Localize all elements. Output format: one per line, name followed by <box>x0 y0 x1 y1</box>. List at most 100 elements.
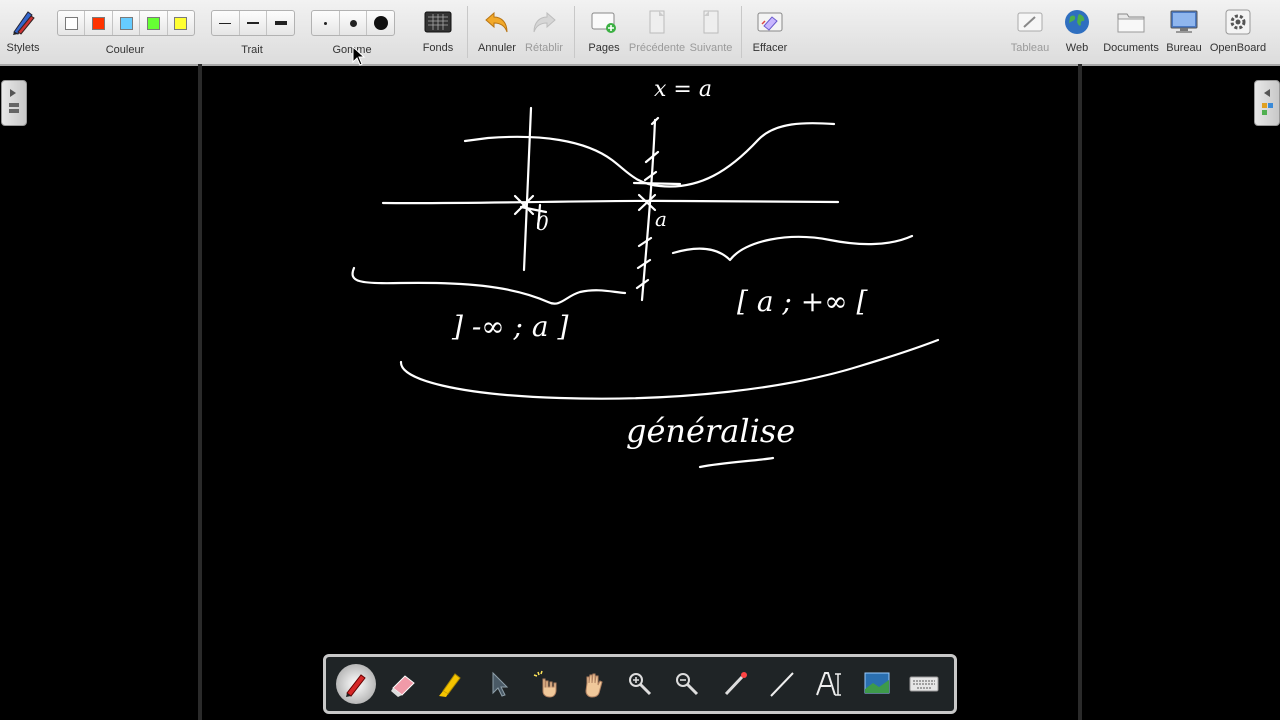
color-picker-group <box>57 10 195 36</box>
clear-board-icon <box>755 7 785 37</box>
background-button[interactable]: Fonds <box>414 0 462 64</box>
previous-page-label: Précédente <box>628 42 686 54</box>
y-axis-stroke <box>522 106 533 272</box>
play-tool-button[interactable] <box>525 664 565 704</box>
line-medium-button[interactable] <box>240 11 268 35</box>
separator <box>741 6 742 58</box>
pan-hand-icon <box>585 673 603 698</box>
openboard-label: OpenBoard <box>1209 42 1267 54</box>
laser-pointer-icon <box>724 672 747 696</box>
word-underline <box>698 456 775 469</box>
pens-button[interactable]: Stylets <box>2 0 44 64</box>
globe-icon <box>1062 7 1092 37</box>
zoom-out-icon <box>676 673 699 696</box>
zoom-out-button[interactable] <box>667 664 707 704</box>
line-label: Trait <box>241 44 263 56</box>
left-curve <box>351 266 627 305</box>
marker-tool-button[interactable] <box>430 664 470 704</box>
desktop-label: Bureau <box>1166 42 1202 54</box>
background-grid-icon <box>423 7 453 37</box>
origin-label: 0 <box>536 211 549 235</box>
vline-label: x = a <box>654 77 712 102</box>
swatch <box>64 16 78 30</box>
mouse-cursor-icon <box>352 46 366 66</box>
line-width-group <box>211 10 295 36</box>
next-page-button[interactable]: Suivante <box>688 0 734 64</box>
undo-icon <box>482 7 512 37</box>
x-axis-stroke <box>381 199 840 205</box>
zoom-in-button[interactable] <box>620 664 660 704</box>
color-swatch-red[interactable] <box>85 11 113 35</box>
pages-button[interactable]: Pages <box>583 0 625 64</box>
add-page-icon <box>589 7 619 37</box>
eraser-large-button[interactable] <box>367 11 394 35</box>
eraser-medium-button[interactable] <box>340 11 368 35</box>
clear-button[interactable]: Effacer <box>750 0 790 64</box>
next-page-label: Suivante <box>689 42 733 54</box>
redo-label: Rétablir <box>525 42 563 54</box>
undo-label: Annuler <box>478 42 516 54</box>
tool-dock <box>323 654 957 714</box>
hand-tool-button[interactable] <box>573 664 613 704</box>
documents-button[interactable]: Documents <box>1103 0 1159 64</box>
keyboard-icon <box>909 676 939 692</box>
board-label: Tableau <box>1010 42 1050 54</box>
line-tool-button[interactable] <box>762 664 802 704</box>
laser-pointer-button[interactable] <box>715 664 755 704</box>
text-tool-button[interactable] <box>809 664 849 704</box>
board-icon <box>1015 7 1045 37</box>
openboard-menu-button[interactable]: OpenBoard <box>1210 0 1266 64</box>
board-mode-button[interactable]: Tableau <box>1010 0 1050 64</box>
pen-icon <box>345 674 366 697</box>
color-swatch-green[interactable] <box>140 11 168 35</box>
separator <box>574 6 575 58</box>
selector-tool-button[interactable] <box>478 664 518 704</box>
clear-label: Effacer <box>752 42 788 54</box>
gear-icon <box>1223 7 1253 37</box>
text-icon <box>816 672 842 696</box>
vertical-line-a <box>640 118 657 302</box>
general-underline-curve <box>399 338 940 400</box>
whiteboard-canvas[interactable]: x = a 0 a ] -∞ ; a ] [ a ; +∞ [ générali… <box>0 64 1280 720</box>
right-interval-label: [ a ; +∞ [ <box>737 285 868 318</box>
eraser-tool-button[interactable] <box>383 664 423 704</box>
color-label: Couleur <box>105 44 145 56</box>
redo-button[interactable]: Rétablir <box>522 0 566 64</box>
separator <box>467 6 468 58</box>
main-toolbar: Stylets Couleur Trait Gomme Fonds Annule… <box>0 0 1280 66</box>
right-curve <box>671 234 914 262</box>
web-label: Web <box>1065 42 1089 54</box>
background-label: Fonds <box>422 42 454 54</box>
color-swatch-yellow[interactable] <box>168 11 194 35</box>
line-thin-button[interactable] <box>212 11 240 35</box>
redo-icon <box>529 7 559 37</box>
a-cross <box>637 193 657 212</box>
undo-button[interactable]: Annuler <box>474 0 520 64</box>
previous-page-icon <box>642 7 672 37</box>
zoom-in-icon <box>628 673 651 696</box>
pen-tool-button[interactable] <box>335 664 376 704</box>
next-page-icon <box>696 7 726 37</box>
previous-page-button[interactable]: Précédente <box>628 0 686 64</box>
capture-icon <box>864 672 890 694</box>
generalise-label: généralise <box>626 412 795 450</box>
color-swatch-blue[interactable] <box>113 11 141 35</box>
desktop-button[interactable]: Bureau <box>1165 0 1203 64</box>
folder-icon <box>1116 7 1146 37</box>
web-button[interactable]: Web <box>1058 0 1096 64</box>
virtual-keyboard-button[interactable] <box>904 664 944 704</box>
line-icon <box>770 672 794 697</box>
pens-icon <box>8 7 38 37</box>
color-swatch-white[interactable] <box>58 11 86 35</box>
eraser-icon <box>391 675 415 697</box>
pens-label: Stylets <box>6 42 40 54</box>
a-mark-label: a <box>655 207 667 231</box>
eraser-size-group <box>311 10 395 36</box>
pages-label: Pages <box>588 42 620 54</box>
capture-tool-button[interactable] <box>857 664 897 704</box>
highlighter-icon <box>439 673 462 697</box>
eraser-small-button[interactable] <box>312 11 340 35</box>
line-thick-button[interactable] <box>267 11 294 35</box>
left-interval-label: ] -∞ ; a ] <box>451 310 568 343</box>
documents-label: Documents <box>1103 42 1159 54</box>
